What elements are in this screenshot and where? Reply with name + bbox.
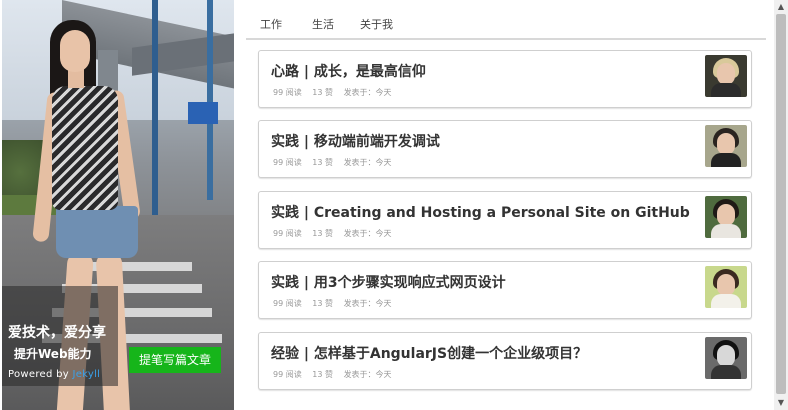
scroll-thumb[interactable] xyxy=(776,14,786,394)
post-reads: 99 阅读 xyxy=(273,229,302,238)
post-meta: 99 阅读 13 赞 发表于：今天 xyxy=(273,228,400,239)
powered-by-label: Powered by xyxy=(8,369,73,380)
post-date: 发表于：今天 xyxy=(343,370,392,379)
post-meta: 99 阅读 13 赞 发表于：今天 xyxy=(273,87,400,98)
post-card[interactable]: 心路 | 成长，是最高信仰 99 阅读 13 赞 发表于：今天 xyxy=(258,50,752,108)
post-card[interactable]: 经验 | 怎样基于AngularJS创建一个企业级项目？ 99 阅读 13 赞 … xyxy=(258,332,752,390)
post-likes: 13 赞 xyxy=(312,229,334,238)
post-meta: 99 阅读 13 赞 发表于：今天 xyxy=(273,298,400,309)
scroll-up-icon[interactable]: ▲ xyxy=(774,0,788,14)
post-title[interactable]: 实践 | 用3个步骤实现响应式网页设计 xyxy=(271,272,506,292)
hero-subslogan: 提升Web能力 xyxy=(14,347,92,361)
post-date: 发表于：今天 xyxy=(343,229,392,238)
post-thumbnail[interactable] xyxy=(705,55,747,97)
write-article-button[interactable]: 提笔写篇文章 xyxy=(129,347,221,373)
post-likes: 13 赞 xyxy=(312,299,334,308)
nav-item-about[interactable]: 关于我 xyxy=(360,16,393,32)
post-thumbnail[interactable] xyxy=(705,196,747,238)
post-likes: 13 赞 xyxy=(312,370,334,379)
scrollbar[interactable]: ▲ ▼ xyxy=(774,0,788,410)
post-thumbnail[interactable] xyxy=(705,337,747,379)
post-card[interactable]: 实践 | 移动端前端开发调试 99 阅读 13 赞 发表于：今天 xyxy=(258,120,752,178)
post-date: 发表于：今天 xyxy=(343,88,392,97)
post-likes: 13 赞 xyxy=(312,88,334,97)
nav-item-life[interactable]: 生活 xyxy=(312,16,334,32)
post-meta: 99 阅读 13 赞 发表于：今天 xyxy=(273,369,400,380)
post-reads: 99 阅读 xyxy=(273,88,302,97)
powered-by: Powered by Jekyll xyxy=(8,369,100,380)
post-meta: 99 阅读 13 赞 发表于：今天 xyxy=(273,157,400,168)
post-card[interactable]: 实践 | 用3个步骤实现响应式网页设计 99 阅读 13 赞 发表于：今天 xyxy=(258,261,752,319)
scroll-down-icon[interactable]: ▼ xyxy=(774,396,788,410)
post-thumbnail[interactable] xyxy=(705,266,747,308)
hero-slogan: 爱技术，爱分享 xyxy=(8,325,106,341)
nav-item-work[interactable]: 工作 xyxy=(260,16,282,32)
hero-road-sign xyxy=(188,102,218,124)
post-reads: 99 阅读 xyxy=(273,370,302,379)
post-title[interactable]: 心路 | 成长，是最高信仰 xyxy=(271,61,426,81)
post-title[interactable]: 实践 | 移动端前端开发调试 xyxy=(271,131,440,151)
post-reads: 99 阅读 xyxy=(273,158,302,167)
top-nav: 工作 生活 关于我 xyxy=(246,12,766,40)
post-title[interactable]: 实践 | Creating and Hosting a Personal Sit… xyxy=(271,202,690,222)
hero-lamp-pole-2 xyxy=(207,0,213,200)
post-likes: 13 赞 xyxy=(312,158,334,167)
post-date: 发表于：今天 xyxy=(343,299,392,308)
post-thumbnail[interactable] xyxy=(705,125,747,167)
post-date: 发表于：今天 xyxy=(343,158,392,167)
post-card[interactable]: 实践 | Creating and Hosting a Personal Sit… xyxy=(258,191,752,249)
post-reads: 99 阅读 xyxy=(273,299,302,308)
post-title[interactable]: 经验 | 怎样基于AngularJS创建一个企业级项目？ xyxy=(271,343,587,363)
jekyll-link[interactable]: Jekyll xyxy=(72,369,100,380)
